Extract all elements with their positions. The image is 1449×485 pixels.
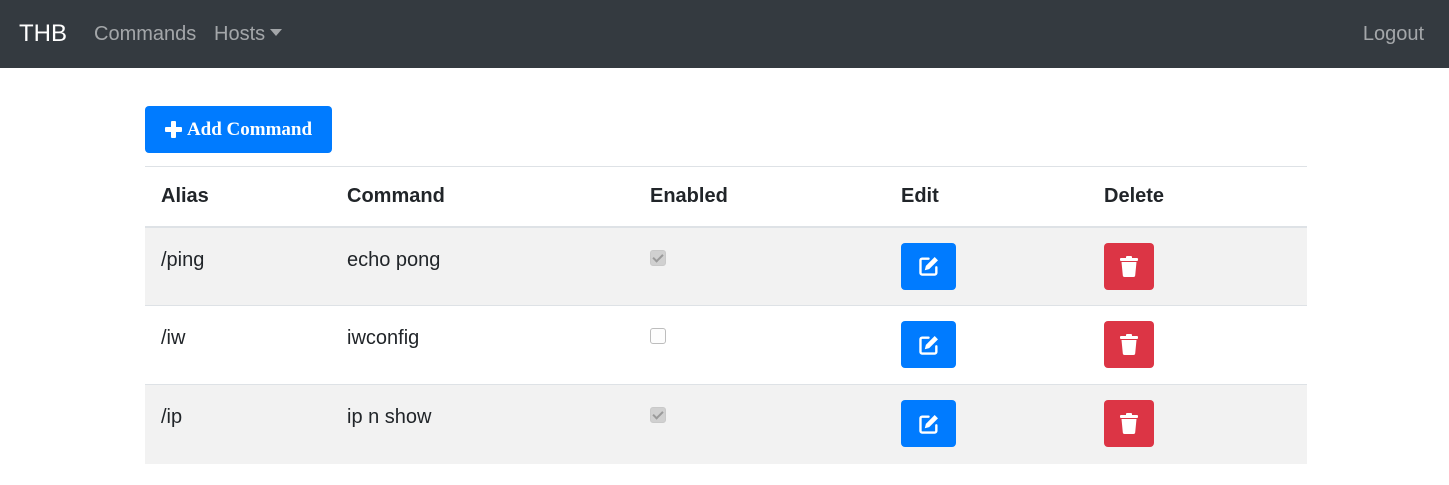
edit-button[interactable] xyxy=(901,321,956,368)
header-edit: Edit xyxy=(885,166,1088,228)
edit-icon xyxy=(918,335,938,355)
trash-icon xyxy=(1120,255,1138,277)
command-cell: ip n show xyxy=(331,384,634,464)
delete-button[interactable] xyxy=(1104,242,1154,290)
table-row: /iw iwconfig xyxy=(145,305,1307,385)
header-command: Command xyxy=(331,166,634,228)
trash-icon xyxy=(1120,413,1138,434)
edit-icon xyxy=(918,257,938,276)
alias-text: /ping xyxy=(161,248,205,271)
edit-cell xyxy=(885,305,1088,385)
alias-text: /ip xyxy=(161,406,183,428)
alias-text: /iw xyxy=(161,327,186,349)
table-row: /ping echo pong xyxy=(145,226,1307,306)
commands-table: Alias Command Enabled Edit Delete /ping … xyxy=(145,166,1307,464)
delete-button[interactable] xyxy=(1104,400,1154,447)
alias-cell: /ip xyxy=(145,384,331,464)
delete-cell xyxy=(1088,226,1307,306)
nav-hosts-label: Hosts xyxy=(214,23,266,45)
nav-hosts-dropdown[interactable]: Hosts xyxy=(214,22,283,46)
delete-cell xyxy=(1088,384,1307,464)
header-enabled: Enabled xyxy=(634,166,885,228)
enabled-cell xyxy=(634,226,885,306)
logout-link[interactable]: Logout xyxy=(1363,22,1424,46)
delete-button[interactable] xyxy=(1104,321,1154,368)
command-text: echo pong xyxy=(347,248,441,271)
brand-logo[interactable]: THB xyxy=(19,19,67,49)
command-text: ip n show xyxy=(347,406,432,428)
navbar: THB Commands Hosts Logout xyxy=(0,0,1449,68)
enabled-checkbox[interactable] xyxy=(650,407,666,423)
table-row: /ip ip n show xyxy=(145,384,1307,464)
enabled-cell xyxy=(634,384,885,464)
delete-cell xyxy=(1088,305,1307,385)
enabled-cell xyxy=(634,305,885,385)
command-cell: iwconfig xyxy=(331,305,634,385)
edit-cell xyxy=(885,384,1088,464)
edit-button[interactable] xyxy=(901,400,956,447)
add-command-label: Add Command xyxy=(186,118,313,140)
enabled-checkbox[interactable] xyxy=(650,249,666,266)
trash-icon xyxy=(1120,334,1138,355)
edit-button[interactable] xyxy=(901,242,956,290)
edit-icon xyxy=(918,414,938,434)
command-text: iwconfig xyxy=(347,327,420,349)
header-delete: Delete xyxy=(1088,166,1307,228)
header-alias: Alias xyxy=(145,166,331,228)
table-header-row: Alias Command Enabled Edit Delete xyxy=(145,166,1307,228)
edit-cell xyxy=(885,226,1088,306)
alias-cell: /ping xyxy=(145,226,331,306)
command-cell: echo pong xyxy=(331,226,634,306)
plus-icon xyxy=(164,121,182,138)
nav-commands-link[interactable]: Commands xyxy=(94,22,196,46)
alias-cell: /iw xyxy=(145,305,331,385)
enabled-checkbox[interactable] xyxy=(650,328,666,344)
add-command-button[interactable]: Add Command xyxy=(145,106,332,153)
caret-down-icon xyxy=(270,29,283,36)
